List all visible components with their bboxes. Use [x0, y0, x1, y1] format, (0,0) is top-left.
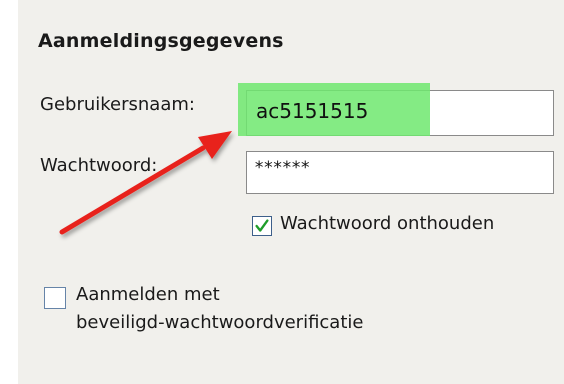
- remember-password-label[interactable]: Wachtwoord onthouden: [280, 213, 494, 234]
- spa-checkbox[interactable]: [44, 287, 66, 309]
- remember-password-checkbox[interactable]: [252, 216, 272, 236]
- checkmark-icon: [255, 219, 269, 232]
- spa-label-line2[interactable]: beveiligd-wachtwoordverificatie: [76, 312, 363, 333]
- password-label: Wachtwoord:: [40, 155, 158, 176]
- spa-label-line1[interactable]: Aanmelden met: [76, 284, 220, 305]
- password-value: ******: [254, 158, 310, 178]
- username-value: ac5151515: [256, 99, 369, 123]
- section-title: Aanmeldingsgegevens: [38, 30, 284, 52]
- username-label: Gebruikersnaam:: [40, 94, 195, 115]
